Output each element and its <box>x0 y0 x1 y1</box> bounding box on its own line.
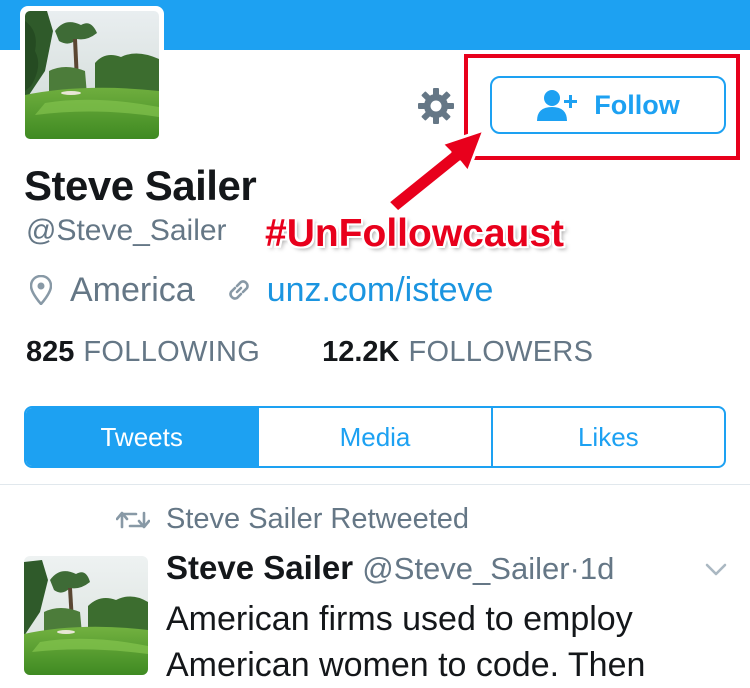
followers-label: FOLLOWERS <box>408 336 594 368</box>
following-stat[interactable]: 825 FOLLOWING <box>26 336 260 369</box>
section-divider <box>0 484 750 485</box>
location-pin-icon <box>30 275 52 305</box>
retweet-label: Steve Sailer Retweeted <box>166 503 470 535</box>
profile-avatar[interactable] <box>20 6 164 144</box>
annotation-highlight-box <box>464 54 740 160</box>
tab-media[interactable]: Media <box>257 408 490 466</box>
tab-likes[interactable]: Likes <box>490 408 724 466</box>
retweet-context: Steve Sailer Retweeted <box>116 503 469 536</box>
profile-handle: @Steve_Sailer <box>26 214 227 247</box>
following-count: 825 <box>26 336 75 368</box>
annotation-arrow <box>386 128 486 214</box>
avatar-golf-course-image <box>25 11 159 139</box>
profile-name: Steve Sailer <box>24 162 257 209</box>
tweet-time[interactable]: 1d <box>580 551 614 586</box>
tweet-author-handle[interactable]: @Steve_Sailer <box>362 551 569 586</box>
profile-stats: 825 FOLLOWING 12.2K FOLLOWERS <box>26 336 593 369</box>
retweet-icon <box>116 511 150 528</box>
tweet-header: Steve Sailer @Steve_Sailer·1d <box>166 549 614 587</box>
profile-meta-row: America unz.com/isteve <box>30 270 493 310</box>
followers-stat[interactable]: 12.2K FOLLOWERS <box>322 336 593 369</box>
tweet-author-name[interactable]: Steve Sailer <box>166 549 353 586</box>
tweet-separator: · <box>569 551 580 586</box>
followers-count: 12.2K <box>322 336 400 368</box>
link-icon <box>228 280 249 300</box>
tweet-author-avatar[interactable] <box>24 556 148 675</box>
chevron-down-icon[interactable] <box>704 562 728 578</box>
profile-location: America <box>70 270 195 309</box>
tweet-text: American firms used to employ American w… <box>166 600 646 684</box>
profile-website-link[interactable]: unz.com/isteve <box>267 271 494 310</box>
following-label: FOLLOWING <box>83 336 261 368</box>
annotation-hashtag: #UnFollowcaust <box>265 212 565 255</box>
profile-tabs: Tweets Media Likes <box>24 406 726 468</box>
tab-tweets[interactable]: Tweets <box>26 408 258 466</box>
